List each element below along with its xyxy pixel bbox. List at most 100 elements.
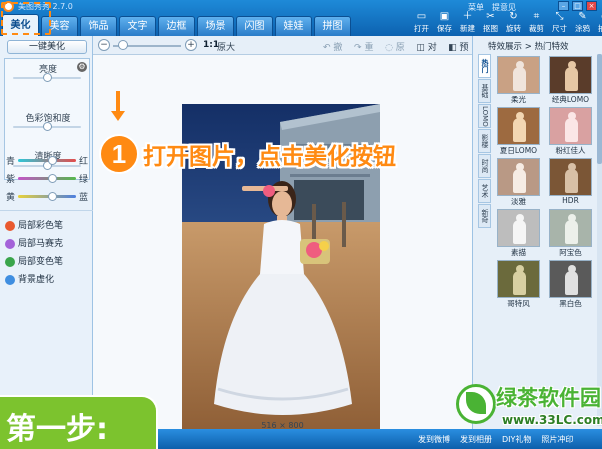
effect-item[interactable]: 哥特风 (495, 258, 542, 309)
effect-label: 哥特风 (507, 299, 530, 308)
tab-beautify[interactable]: 美化 (2, 14, 39, 36)
rotate-icon: ↻ (509, 11, 518, 22)
watermark-url: www.33LC.com (502, 413, 602, 427)
step-arrow-icon (111, 111, 125, 121)
thumbnail-figure-body (565, 67, 578, 91)
effect-thumbnail (549, 209, 592, 247)
zoom-in-icon[interactable]: + (185, 39, 197, 51)
brightness-knob[interactable] (43, 73, 52, 82)
effect-tab-novel[interactable]: 新奇 (478, 204, 491, 228)
effect-tab-fashion[interactable]: 时尚 (478, 154, 491, 178)
tab-frame[interactable]: 边框 (158, 16, 195, 36)
resize-icon: ⤡ (555, 11, 564, 22)
effect-tab-lomo[interactable]: LOMO (478, 104, 491, 128)
thumbnail-figure-body (513, 169, 526, 193)
effect-item[interactable]: 淡雅 (495, 156, 542, 207)
open-button[interactable]: ▭ 打开 (410, 11, 433, 35)
effect-label: 淡雅 (511, 197, 526, 206)
effect-thumbnail (497, 158, 540, 196)
effects-scrollbar[interactable] (597, 54, 602, 426)
tab-accessories[interactable]: 饰品 (80, 16, 117, 36)
step-instruction-text: 打开图片，点击美化按钮 (143, 144, 396, 170)
crop-icon: ⌗ (533, 11, 540, 22)
effect-thumbnail (497, 107, 540, 145)
effects-scrollbar-thumb[interactable] (597, 54, 602, 164)
tab-beauty[interactable]: 美容 (41, 16, 78, 36)
effect-item[interactable]: 黑白色 (547, 258, 594, 309)
cyan-red-knob[interactable] (48, 156, 57, 165)
watermark-brand: 绿茶软件园 (496, 386, 601, 410)
close-icon[interactable]: × (586, 1, 597, 11)
tab-text[interactable]: 文字 (119, 16, 156, 36)
tab-flash[interactable]: 闪图 (236, 16, 273, 36)
effect-item[interactable]: 素描 (495, 207, 542, 258)
rotate-button[interactable]: ↻ 旋转 (502, 11, 525, 35)
thumbnail-figure-body (513, 67, 526, 91)
quick-toolbar: ▭打开 ▣保存 ＋新建 ✂抠图 ↻旋转 ⌗裁剪 ⤡尺寸 ✎涂鸦 ◉拍照 (410, 11, 602, 35)
effects-breadcrumb: 特效展示 > 热门特效 (488, 42, 569, 52)
zoom-original-label[interactable]: 原大 (217, 40, 235, 53)
cyan-red-slider[interactable]: 青 红 (6, 154, 88, 167)
photo-canvas: 1 打开图片，点击美化按钮 516 × 800 (93, 55, 472, 449)
effect-item[interactable]: 经典LOMO (547, 54, 594, 105)
effect-thumbnail (549, 158, 592, 196)
effect-thumbnail (497, 209, 540, 247)
app-title: 美图秀秀 2.7.0 (18, 2, 73, 11)
thumbnail-figure-body (513, 118, 526, 142)
new-icon: ＋ (462, 11, 473, 22)
crop-button[interactable]: ⌗ 裁剪 (525, 11, 548, 35)
effect-item[interactable]: HDR (547, 156, 594, 207)
magenta-green-slider[interactable]: 紫 绿 (6, 172, 88, 185)
doodle-button[interactable]: ✎ 涂鸦 (571, 11, 594, 35)
tab-collage[interactable]: 拼图 (314, 16, 351, 36)
local-color-pen[interactable]: 局部彩色笔 (0, 217, 93, 235)
effect-tab-hot[interactable]: 热门 (478, 54, 491, 78)
effect-item[interactable]: 粉红佳人 (547, 105, 594, 156)
cutout-button[interactable]: ✂ 抠图 (479, 11, 502, 35)
saturation-slider[interactable] (13, 122, 81, 131)
step-arrow-shaft (116, 91, 120, 112)
effect-label: 夏日LOMO (499, 146, 538, 155)
tab-doll[interactable]: 娃娃 (275, 16, 312, 36)
effect-tab-art[interactable]: 艺术 (478, 179, 491, 203)
effect-thumbnail (497, 260, 540, 298)
camera-icon: ◉ (594, 11, 602, 23)
tab-scene[interactable]: 场景 (197, 16, 234, 36)
effect-item[interactable]: 阿宝色 (547, 207, 594, 258)
app-logo-icon (3, 1, 14, 12)
resize-button[interactable]: ⤡ 尺寸 (548, 11, 571, 35)
magenta-green-knob[interactable] (48, 174, 57, 183)
effect-thumbnail (549, 56, 592, 94)
recolor-pen-icon (5, 257, 15, 267)
open-icon: ▭ (416, 11, 427, 22)
window-controls: – □ × (558, 1, 597, 11)
yellow-blue-knob[interactable] (48, 192, 57, 201)
local-mosaic[interactable]: 局部马赛克 (0, 235, 93, 253)
blur-icon (5, 275, 15, 285)
one-click-beautify-button[interactable]: 一键美化 (7, 40, 87, 54)
effect-item[interactable]: 夏日LOMO (495, 105, 542, 156)
saturation-knob[interactable] (43, 122, 52, 131)
minimize-icon[interactable]: – (558, 1, 569, 11)
camera-button[interactable]: ◉拍照 (594, 11, 602, 35)
save-button[interactable]: ▣ 保存 (433, 11, 456, 35)
thumbnail-figure-body (513, 271, 526, 295)
brightness-slider[interactable] (13, 73, 81, 82)
maximize-icon[interactable]: □ (572, 1, 583, 11)
effect-category-tabs: 热门 基础 LOMO 影楼 时尚 艺术 新奇 (478, 54, 492, 229)
background-blur[interactable]: 背景虚化 (0, 271, 93, 289)
share-weibo-link[interactable]: 发到微博 (418, 434, 450, 445)
effect-item[interactable]: 柔光 (495, 54, 542, 105)
title-bar: 美图秀秀 2.7.0 美化 美容 饰品 文字 边框 场景 闪图 娃娃 拼图 菜单… (0, 0, 602, 36)
yellow-blue-slider[interactable]: 黄 蓝 (6, 190, 88, 203)
effect-tab-basic[interactable]: 基础 (478, 79, 491, 103)
new-button[interactable]: ＋新建 (456, 11, 479, 35)
zoom-out-icon[interactable]: − (98, 39, 110, 51)
step-number-badge: 1 (99, 134, 139, 174)
local-recolor-pen[interactable]: 局部变色笔 (0, 253, 93, 271)
effect-label: 柔光 (511, 95, 526, 104)
effect-grid: 柔光 经典LOMO 夏日LOMO 粉红佳人淡雅 HDR 素描 阿宝色哥特风 黑白色 (495, 54, 597, 309)
zoom-knob[interactable] (118, 40, 128, 50)
effect-tab-studio[interactable]: 影楼 (478, 129, 491, 153)
effect-label: 粉红佳人 (555, 146, 586, 155)
